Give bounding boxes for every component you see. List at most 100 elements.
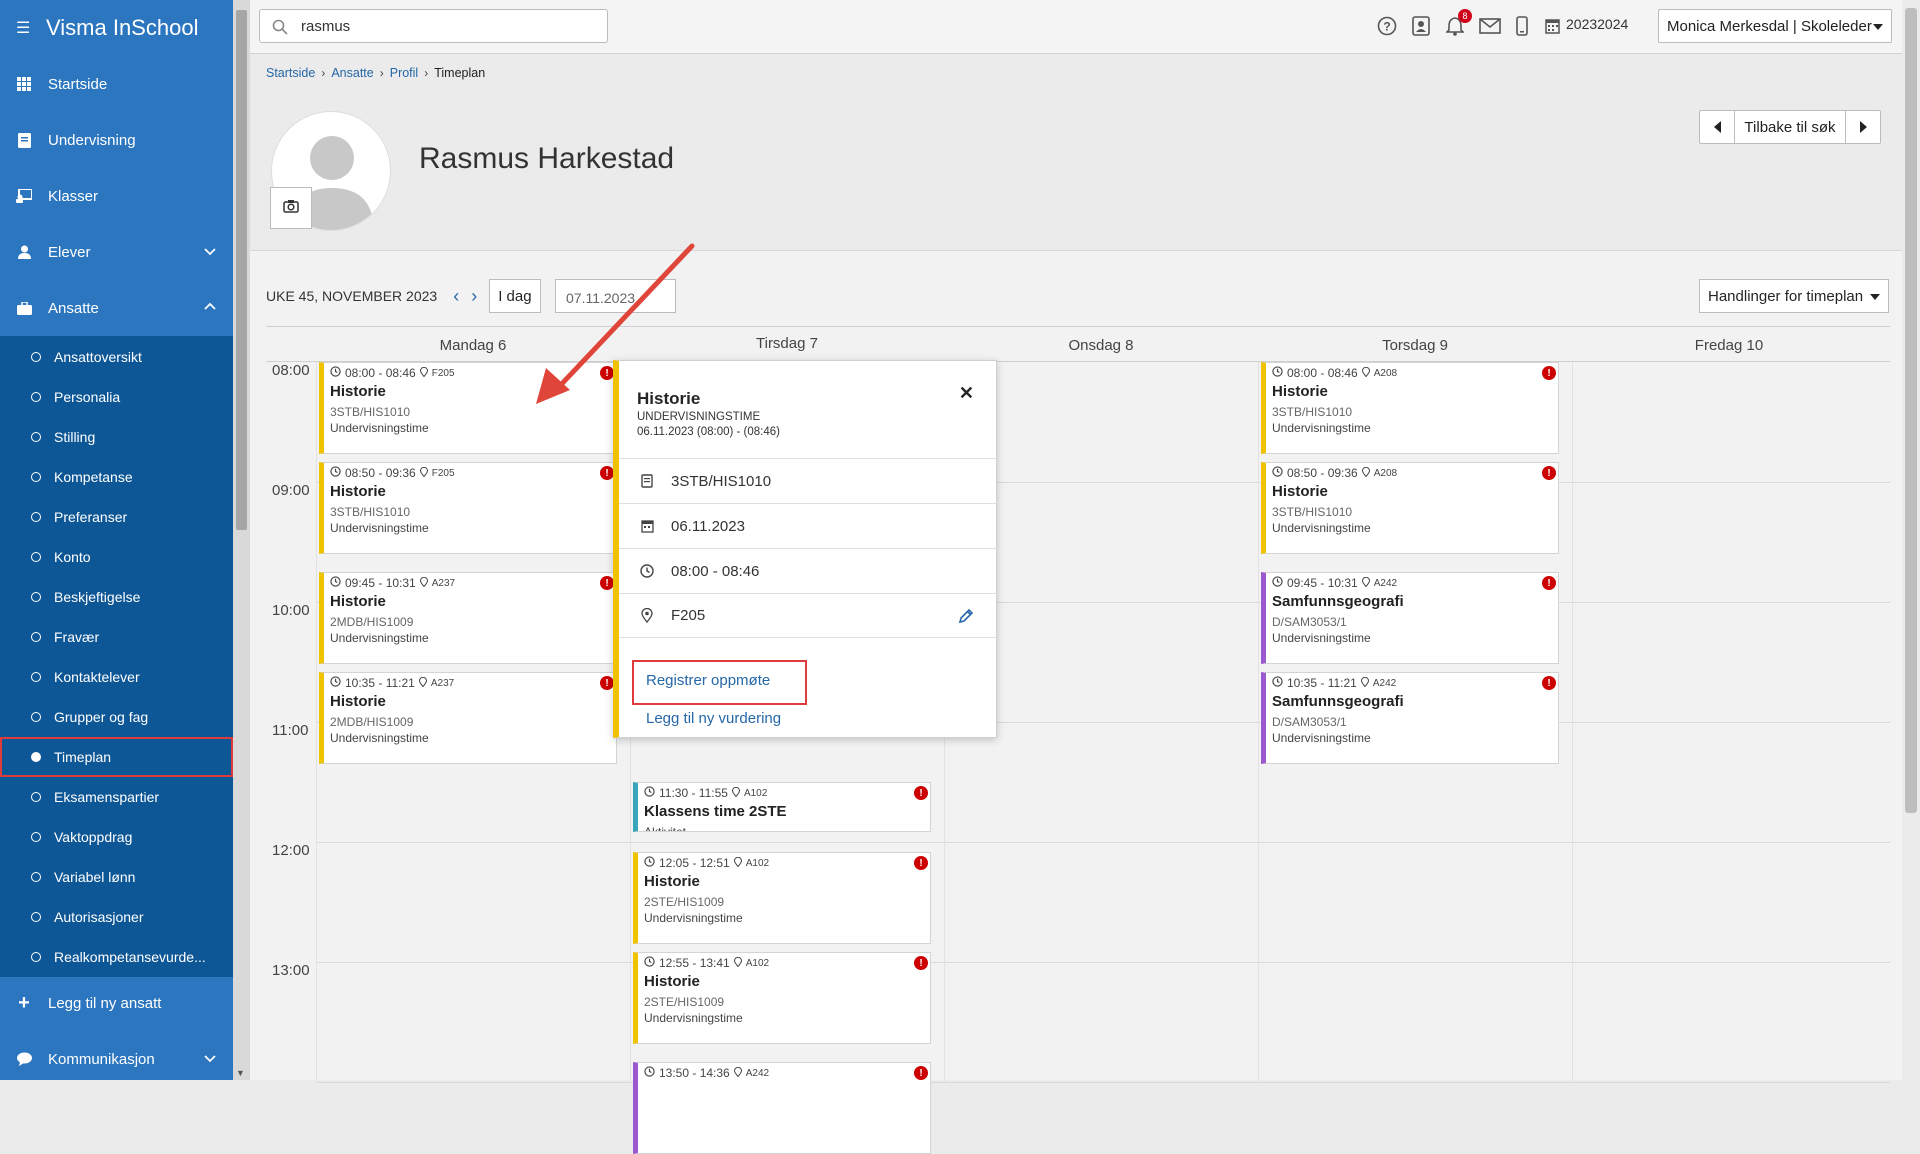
calendar-event[interactable]: 08:00 - 08:46 A208 Historie 3STB/HIS1010 Und… xyxy=(1261,362,1559,454)
calendar-icon[interactable] xyxy=(1543,15,1561,37)
warning-icon[interactable]: ! xyxy=(1542,576,1556,590)
timetable-actions-dropdown[interactable]: Handlinger for timeplan xyxy=(1699,279,1889,313)
calendar-event[interactable]: 12:55 - 13:41 A102 Historie 2STE/HIS1009 Und… xyxy=(633,952,931,1044)
sidebar-subitem[interactable]: Grupper og fag xyxy=(0,697,233,737)
pencil-icon[interactable] xyxy=(957,607,975,625)
breadcrumb-link[interactable]: Profil xyxy=(390,66,418,80)
event-room: F205 xyxy=(431,367,455,379)
mobile-icon[interactable] xyxy=(1511,15,1533,37)
warning-icon[interactable]: ! xyxy=(914,956,928,970)
calendar-event[interactable]: 11:30 - 11:55 A102 Klassens time 2STE Aktiv… xyxy=(633,782,931,832)
help-icon[interactable]: ? xyxy=(1376,15,1398,37)
school-year[interactable]: 20232024 xyxy=(1566,16,1628,32)
register-attendance-link[interactable]: Registrer oppmøte xyxy=(646,672,770,689)
sidebar-item-undervisning[interactable]: Undervisning xyxy=(0,113,233,167)
calendar-event[interactable]: 10:35 - 11:21 A242 Samfunnsgeografi D/SAM30… xyxy=(1261,672,1559,764)
previous-result-button[interactable] xyxy=(1700,111,1734,143)
sidebar-subitem[interactable]: Autorisasjoner xyxy=(0,897,233,937)
warning-icon[interactable]: ! xyxy=(600,466,614,480)
popup-title: Historie xyxy=(637,389,701,408)
scrollbar-thumb[interactable] xyxy=(1905,8,1917,813)
warning-icon[interactable]: ! xyxy=(600,366,614,380)
warning-icon[interactable]: ! xyxy=(1542,366,1556,380)
sidebar-subitem[interactable]: Vaktoppdrag xyxy=(0,817,233,857)
warning-icon[interactable]: ! xyxy=(1542,676,1556,690)
event-time-row: 08:50 - 09:36 F205 xyxy=(330,466,455,480)
sidebar-item-kommunikasjon[interactable]: Kommunikasjon xyxy=(0,1032,233,1086)
sidebar-subitem[interactable]: Ansattoversikt xyxy=(0,337,233,377)
calendar-event[interactable]: 08:50 - 09:36 A208 Historie 3STB/HIS1010 Und… xyxy=(1261,462,1559,554)
chevron-down-icon[interactable] xyxy=(203,244,219,260)
students-icon xyxy=(16,244,32,260)
scrollbar-thumb[interactable] xyxy=(236,10,247,530)
clock-icon xyxy=(330,366,341,380)
breadcrumb: Startside › Ansatte › Profil › Timeplan xyxy=(266,66,485,80)
calendar-event[interactable]: 13:50 - 14:36 A242! xyxy=(633,1062,931,1154)
hour-label: 12:00 xyxy=(272,842,310,859)
calendar-event[interactable]: 08:00 - 08:46 F205 Historie 3STB/HIS1010 Und… xyxy=(319,362,617,454)
warning-icon[interactable]: ! xyxy=(914,856,928,870)
today-button[interactable]: I dag xyxy=(489,279,541,313)
search-input[interactable]: rasmus xyxy=(259,9,608,43)
sidebar-subitem[interactable]: Stilling xyxy=(0,417,233,457)
sidebar-subitem[interactable]: Fravær xyxy=(0,617,233,657)
back-to-search-button[interactable]: Tilbake til søk xyxy=(1734,111,1846,143)
event-time: 13:50 - 14:36 xyxy=(659,1066,730,1080)
sidebar-item-elever[interactable]: Elever xyxy=(0,225,233,279)
sidebar-item-startside[interactable]: Startside xyxy=(0,57,233,111)
bullet-icon xyxy=(31,912,41,922)
bell-icon[interactable]: 8 xyxy=(1444,9,1472,37)
day-header: Mandag 6 Tirsdag 7 Onsdag 8 Torsdag 9 Fr… xyxy=(266,326,1890,363)
event-group: 3STB/HIS1010 xyxy=(330,405,411,419)
sidebar-subitem[interactable]: Timeplan xyxy=(0,737,233,777)
next-result-button[interactable] xyxy=(1846,111,1880,143)
breadcrumb-link[interactable]: Startside xyxy=(266,66,315,80)
calendar-event[interactable]: 10:35 - 11:21 A237 Historie 2MDB/HIS1009 Und… xyxy=(319,672,617,764)
sidebar-subitem[interactable]: Variabel lønn xyxy=(0,857,233,897)
sidebar-subitem[interactable]: Konto xyxy=(0,537,233,577)
calendar-event[interactable]: 09:45 - 10:31 A237 Historie 2MDB/HIS1009 Und… xyxy=(319,572,617,664)
sidebar-subitem[interactable]: Kompetanse xyxy=(0,457,233,497)
event-room: A102 xyxy=(745,857,770,869)
warning-icon[interactable]: ! xyxy=(1542,466,1556,480)
day-gridline xyxy=(316,362,317,1082)
page-scrollbar[interactable] xyxy=(1902,0,1920,1080)
contact-card-icon[interactable] xyxy=(1410,15,1432,37)
breadcrumb-link[interactable]: Ansatte xyxy=(331,66,373,80)
sidebar-subitem[interactable]: Personalia xyxy=(0,377,233,417)
warning-icon[interactable]: ! xyxy=(600,676,614,690)
sidebar-item-klasser[interactable]: Klasser xyxy=(0,169,233,223)
calendar-event[interactable]: 08:50 - 09:36 F205 Historie 3STB/HIS1010 Und… xyxy=(319,462,617,554)
warning-icon[interactable]: ! xyxy=(914,786,928,800)
close-icon[interactable]: ✕ xyxy=(959,383,974,404)
event-room: A237 xyxy=(430,677,455,689)
clock-icon xyxy=(1272,466,1283,480)
calendar-event[interactable]: 12:05 - 12:51 A102 Historie 2STE/HIS1009 Und… xyxy=(633,852,931,944)
sidebar-subitem[interactable]: Realkompetansevurde... xyxy=(0,937,233,977)
chevron-up-icon[interactable] xyxy=(203,300,219,316)
sidebar-item-ansatte[interactable]: Ansatte xyxy=(0,281,233,335)
sidebar-scrollbar[interactable]: ▼ xyxy=(233,0,250,1080)
user-menu-button[interactable]: Monica Merkesdal | Skoleleder xyxy=(1658,9,1892,43)
sidebar-item-add-employee[interactable]: + Legg til ny ansatt xyxy=(0,976,233,1030)
sidebar-subitem[interactable]: Preferanser xyxy=(0,497,233,537)
menu-icon[interactable]: ☰ xyxy=(16,18,30,38)
date-input[interactable]: 07.11.2023 xyxy=(555,279,676,313)
camera-button[interactable] xyxy=(270,187,312,229)
add-assessment-link[interactable]: Legg til ny vurdering xyxy=(646,710,781,727)
event-time-row: 10:35 - 11:21 A242 xyxy=(1272,676,1396,690)
mail-icon[interactable] xyxy=(1479,15,1501,37)
search-navigation: Tilbake til søk xyxy=(1699,110,1881,144)
sidebar-subitem[interactable]: Kontaktelever xyxy=(0,657,233,697)
warning-icon[interactable]: ! xyxy=(600,576,614,590)
calendar-event[interactable]: 09:45 - 10:31 A242 Samfunnsgeografi D/SAM30… xyxy=(1261,572,1559,664)
warning-icon[interactable]: ! xyxy=(914,1066,928,1080)
scroll-down-icon[interactable]: ▼ xyxy=(236,1068,245,1078)
next-week-icon[interactable]: › xyxy=(471,286,477,307)
plus-icon: + xyxy=(18,991,30,1014)
prev-week-icon[interactable]: ‹ xyxy=(453,286,459,307)
app-logo[interactable]: ☰ Visma InSchool xyxy=(16,14,198,42)
sidebar-subitem[interactable]: Beskjeftigelse xyxy=(0,577,233,617)
chevron-down-icon[interactable] xyxy=(203,1051,219,1067)
sidebar-subitem[interactable]: Eksamenspartier xyxy=(0,777,233,817)
